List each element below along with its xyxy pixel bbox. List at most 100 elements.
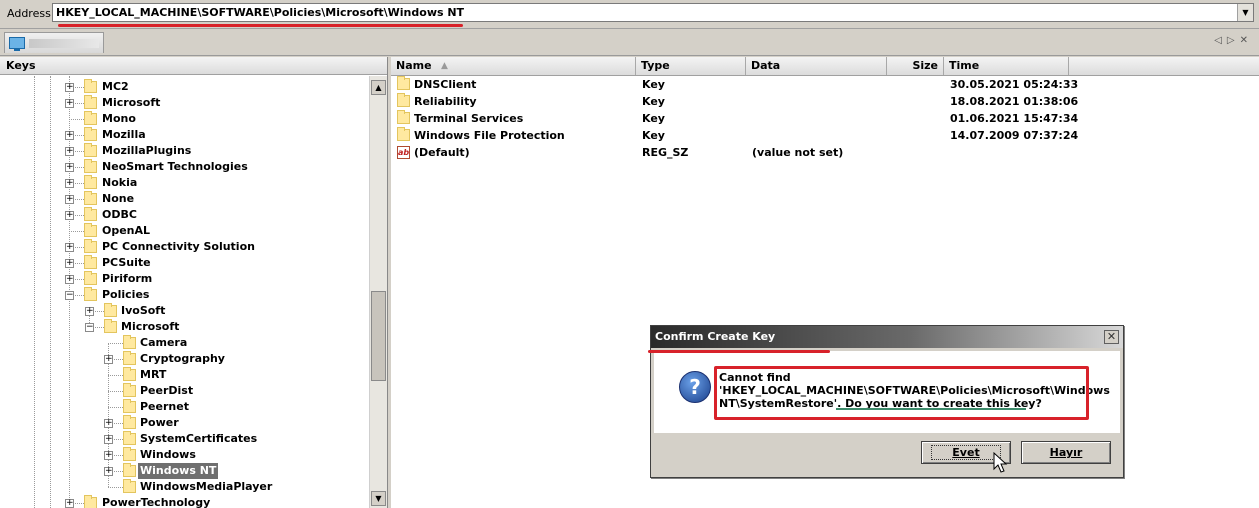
tree-item[interactable]: Peernet xyxy=(0,399,367,415)
expand-icon[interactable]: + xyxy=(104,451,113,460)
folder-icon xyxy=(397,110,410,124)
tree-item[interactable]: + Nokia xyxy=(0,175,367,191)
tree-item-label: OpenAL xyxy=(102,224,151,237)
tree-item[interactable]: + Microsoft xyxy=(0,95,367,111)
folder-icon xyxy=(84,223,97,237)
tree-item-label: Camera xyxy=(140,336,188,349)
dialog-title-bar[interactable]: Confirm Create Key ✕ xyxy=(651,326,1123,348)
tree-item[interactable]: WindowsMediaPlayer xyxy=(0,479,367,495)
expand-icon[interactable]: + xyxy=(65,163,74,172)
scroll-thumb[interactable] xyxy=(371,291,386,381)
value-type: Key xyxy=(642,112,665,125)
tree-item[interactable]: + Mozilla xyxy=(0,127,367,143)
tree-item-label: MozillaPlugins xyxy=(102,144,192,157)
value-name: Terminal Services xyxy=(414,112,524,125)
monitor-icon xyxy=(9,37,25,51)
expand-icon[interactable]: + xyxy=(65,211,74,220)
expand-icon[interactable]: + xyxy=(104,355,113,364)
folder-icon xyxy=(397,76,410,90)
value-row[interactable]: DNSClient Key 30.05.2021 05:24:33 xyxy=(391,76,1259,93)
value-time: 01.06.2021 15:47:34 xyxy=(950,112,1079,125)
keys-scrollbar[interactable]: ▲ ▼ xyxy=(369,76,387,508)
address-dropdown-button[interactable]: ▼ xyxy=(1237,4,1253,21)
folder-icon xyxy=(84,175,97,189)
tab-computer[interactable] xyxy=(4,32,104,53)
collapse-icon[interactable]: − xyxy=(85,323,94,332)
no-button[interactable]: Hayır xyxy=(1021,441,1111,464)
value-row[interactable]: ab (Default) REG_SZ (value not set) xyxy=(391,144,1259,161)
tree-item[interactable]: + MC2 xyxy=(0,79,367,95)
dialog-close-button[interactable]: ✕ xyxy=(1104,330,1119,344)
column-header-time[interactable]: Time xyxy=(944,57,1069,75)
tree-item[interactable]: + Piriform xyxy=(0,271,367,287)
folder-icon xyxy=(397,127,410,141)
expand-icon[interactable]: + xyxy=(65,83,74,92)
keys-tree[interactable]: + MC2 + Microsoft Mono + Mozilla + MozillaPlugin… xyxy=(0,76,367,508)
column-header-data[interactable]: Data xyxy=(746,57,887,75)
tab-prev-icon[interactable]: ◁ xyxy=(1214,35,1227,46)
tree-item[interactable]: Mono xyxy=(0,111,367,127)
tree-item[interactable]: − Policies xyxy=(0,287,367,303)
tree-item[interactable]: + None xyxy=(0,191,367,207)
tree-item[interactable]: + PCSuite xyxy=(0,255,367,271)
tree-item-label: Power xyxy=(140,416,179,429)
folder-icon xyxy=(84,239,97,253)
value-type: REG_SZ xyxy=(642,146,689,159)
scroll-down-button[interactable]: ▼ xyxy=(371,491,386,506)
expand-icon[interactable]: + xyxy=(65,147,74,156)
expand-icon[interactable]: + xyxy=(65,195,74,204)
tree-item[interactable]: + IvoSoft xyxy=(0,303,367,319)
tree-item[interactable]: MRT xyxy=(0,367,367,383)
expand-icon[interactable]: + xyxy=(104,419,113,428)
tree-item[interactable]: + PowerTechnology xyxy=(0,495,367,508)
column-header-type[interactable]: Type xyxy=(636,57,746,75)
value-row[interactable]: Windows File Protection Key 14.07.2009 07:… xyxy=(391,127,1259,144)
column-header-size[interactable]: Size xyxy=(887,57,944,75)
expand-icon[interactable]: + xyxy=(104,467,113,476)
expand-icon[interactable]: + xyxy=(65,99,74,108)
tree-branch-line xyxy=(108,391,123,392)
expand-icon[interactable]: + xyxy=(65,243,74,252)
registry-editor-window: Address HKEY_LOCAL_MACHINE\SOFTWARE\Poli… xyxy=(0,0,1259,508)
value-name: DNSClient xyxy=(414,78,477,91)
expand-icon[interactable]: + xyxy=(65,179,74,188)
folder-icon xyxy=(123,415,136,429)
folder-icon xyxy=(123,447,136,461)
tree-item[interactable]: + Power xyxy=(0,415,367,431)
expand-icon[interactable]: + xyxy=(65,259,74,268)
tree-item[interactable]: + MozillaPlugins xyxy=(0,143,367,159)
address-input[interactable]: HKEY_LOCAL_MACHINE\SOFTWARE\Policies\Mic… xyxy=(52,3,1254,22)
column-header-name[interactable]: Name ▲ xyxy=(391,57,636,75)
tab-next-icon[interactable]: ▷ xyxy=(1227,35,1240,46)
tree-branch-line xyxy=(108,343,123,344)
scroll-up-button[interactable]: ▲ xyxy=(371,80,386,95)
tree-item[interactable]: + PC Connectivity Solution xyxy=(0,239,367,255)
tree-item[interactable]: OpenAL xyxy=(0,223,367,239)
tab-close-icon[interactable]: ✕ xyxy=(1240,35,1253,46)
tree-item[interactable]: + SystemCertificates xyxy=(0,431,367,447)
tree-item[interactable]: + Cryptography xyxy=(0,351,367,367)
folder-icon xyxy=(84,495,97,508)
expand-icon[interactable]: + xyxy=(104,435,113,444)
tree-branch-line xyxy=(108,375,123,376)
tree-item[interactable]: + NeoSmart Technologies xyxy=(0,159,367,175)
tree-item[interactable]: Camera xyxy=(0,335,367,351)
tree-item[interactable]: + ODBC xyxy=(0,207,367,223)
folder-icon xyxy=(84,191,97,205)
expand-icon[interactable]: + xyxy=(65,275,74,284)
address-value: HKEY_LOCAL_MACHINE\SOFTWARE\Policies\Mic… xyxy=(56,6,465,19)
tree-item[interactable]: PeerDist xyxy=(0,383,367,399)
collapse-icon[interactable]: − xyxy=(65,291,74,300)
folder-icon xyxy=(123,431,136,445)
value-row[interactable]: Terminal Services Key 01.06.2021 15:47:34 xyxy=(391,110,1259,127)
expand-icon[interactable]: + xyxy=(65,131,74,140)
tree-item[interactable]: − Microsoft xyxy=(0,319,367,335)
tree-item[interactable]: + Windows NT xyxy=(0,463,367,479)
tree-item[interactable]: + Windows xyxy=(0,447,367,463)
expand-icon[interactable]: + xyxy=(65,499,74,508)
folder-icon xyxy=(84,287,97,301)
expand-icon[interactable]: + xyxy=(85,307,94,316)
tree-item-label: Peernet xyxy=(140,400,189,413)
folder-icon xyxy=(123,335,136,349)
value-row[interactable]: Reliability Key 18.08.2021 01:38:06 xyxy=(391,93,1259,110)
